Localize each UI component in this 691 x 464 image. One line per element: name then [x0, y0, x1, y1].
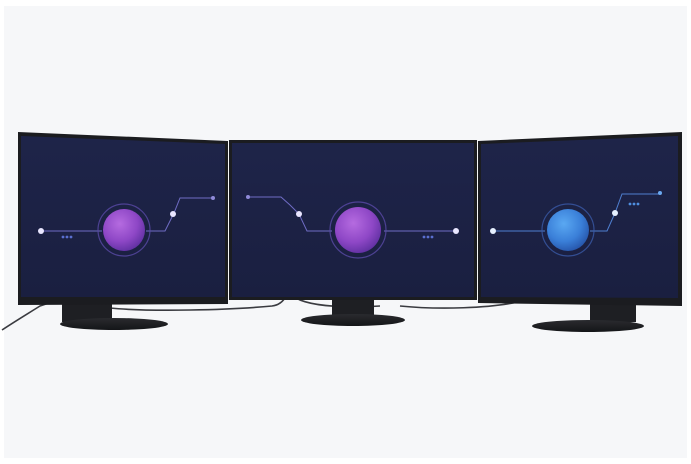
node-dot-icon — [296, 211, 302, 217]
ellipsis-icon — [61, 235, 73, 239]
product-image — [0, 0, 691, 464]
left-monitor — [18, 132, 228, 330]
purple-orb-icon — [335, 207, 381, 253]
center-monitor — [229, 140, 477, 326]
right-monitor-base — [532, 320, 644, 332]
center-monitor-base — [301, 314, 405, 326]
node-dot-icon — [170, 211, 176, 217]
node-dot-icon — [246, 195, 250, 199]
node-dot-icon — [38, 228, 44, 234]
node-dot-icon — [658, 191, 662, 195]
ellipsis-icon — [628, 202, 640, 206]
ellipsis-icon — [422, 235, 434, 239]
left-monitor-base — [60, 318, 168, 330]
purple-orb-icon — [103, 209, 145, 251]
monitors-illustration — [1, 132, 682, 332]
node-dot-icon — [612, 210, 618, 216]
node-dot-icon — [211, 196, 215, 200]
right-monitor — [478, 132, 682, 332]
blue-orb-icon — [547, 209, 589, 251]
node-dot-icon — [453, 228, 459, 234]
node-dot-icon — [490, 228, 496, 234]
